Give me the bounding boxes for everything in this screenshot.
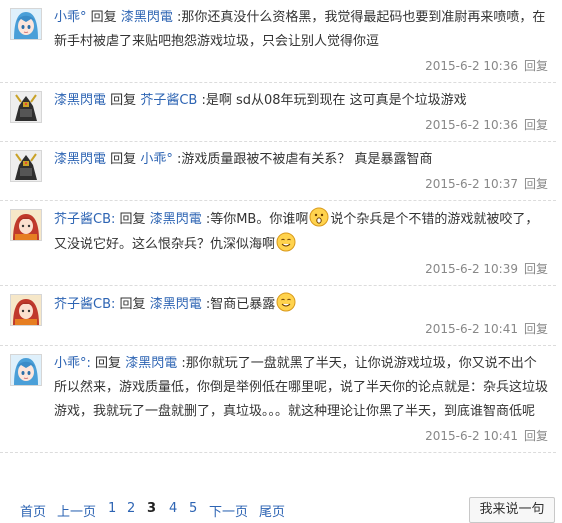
reply-target-username[interactable]: 漆黑閃電 [125, 356, 177, 371]
reply-target-username[interactable]: 漆黑閃電 [150, 212, 202, 227]
smile-emoji [276, 292, 296, 312]
comment-text: 芥子酱CB: 回复 漆黑閃電 :智商已暴露 [54, 292, 548, 317]
pagination-bar: 首页 上一页 1 2 3 4 5 下一页 尾页 我来说一句 [0, 493, 562, 523]
robot-avatar[interactable] [10, 150, 42, 182]
comment-timestamp: 2015-6-2 10:36 [425, 118, 518, 132]
reply-link[interactable]: 回复 [524, 322, 548, 336]
first-page-link[interactable]: 首页 [20, 501, 46, 520]
next-page-link[interactable]: 下一页 [209, 501, 248, 520]
reply-target-username[interactable]: 漆黑閃電 [121, 10, 173, 25]
reply-link[interactable]: 回复 [524, 59, 548, 73]
comment-item: 漆黑閃電 回复 小乖° :游戏质量跟被不被虐有关系？ 真是暴露智商 2015-6-… [0, 142, 556, 201]
reply-target-username[interactable]: 小乖° [140, 152, 173, 167]
comment-item: 芥子酱CB: 回复 漆黑閃電 :等你MB。你谁啊 说个杂兵是个不错的游戏就被咬了，… [0, 201, 556, 286]
comment-text: 芥子酱CB: 回复 漆黑閃電 :等你MB。你谁啊 说个杂兵是个不错的游戏就被咬了，… [54, 207, 548, 257]
reply-word: 回复 [119, 212, 146, 227]
comment-username[interactable]: 漆黑閃電 [54, 93, 106, 108]
comment-username[interactable]: 小乖°: [54, 356, 91, 371]
comment-item: 小乖° 回复 漆黑閃電 :那你还真没什么资格黑，我觉得最起码也要到准尉再来喷喷，… [0, 0, 556, 83]
comment-timestamp: 2015-6-2 10:37 [425, 177, 518, 191]
comment-text: 漆黑閃電 回复 小乖° :游戏质量跟被不被虐有关系？ 真是暴露智商 [54, 148, 548, 172]
last-page-link[interactable]: 尾页 [259, 501, 285, 520]
reply-word: 回复 [119, 297, 146, 312]
comment-meta: 2015-6-2 10:39 回复 [54, 259, 548, 279]
comment-timestamp: 2015-6-2 10:36 [425, 59, 518, 73]
reply-link[interactable]: 回复 [524, 262, 548, 276]
comment-content: :游戏质量跟被不被虐有关系？ 真是暴露智商 [172, 152, 433, 167]
page-link-5[interactable]: 5 [189, 501, 197, 516]
comment-meta: 2015-6-2 10:41 回复 [54, 426, 548, 446]
reply-word: 回复 [110, 152, 137, 167]
anime-girl2-avatar[interactable] [10, 209, 42, 241]
reply-target-username[interactable]: 漆黑閃電 [150, 297, 202, 312]
comment-meta: 2015-6-2 10:37 回复 [54, 174, 548, 194]
comment-item: 小乖°: 回复 漆黑閃電 :那你就玩了一盘就黑了半天，让你说游戏垃圾，你又说不出… [0, 346, 556, 453]
reply-word: 回复 [110, 93, 137, 108]
comment-username[interactable]: 芥子酱CB: [54, 212, 115, 227]
anime-girl2-avatar[interactable] [10, 294, 42, 326]
reply-link[interactable]: 回复 [524, 177, 548, 191]
say-something-button[interactable]: 我来说一句 [469, 497, 555, 523]
comment-text: 小乖° 回复 漆黑閃電 :那你还真没什么资格黑，我觉得最起码也要到准尉再来喷喷，… [54, 6, 548, 54]
current-page: 3 [147, 501, 157, 516]
comment-timestamp: 2015-6-2 10:41 [425, 322, 518, 336]
comment-username[interactable]: 芥子酱CB: [54, 297, 115, 312]
comment-text: 漆黑閃電 回复 芥子酱CB :是啊 sd从08年玩到现在 这可真是个垃圾游戏 [54, 89, 548, 113]
reply-word: 回复 [90, 10, 117, 25]
reply-target-username[interactable]: 芥子酱CB [140, 93, 197, 108]
comment-username[interactable]: 小乖° [54, 10, 87, 25]
comment-list: 小乖° 回复 漆黑閃電 :那你还真没什么资格黑，我觉得最起码也要到准尉再来喷喷，… [0, 0, 562, 453]
page-link-4[interactable]: 4 [169, 501, 177, 516]
comment-content: :是啊 sd从08年玩到现在 这可真是个垃圾游戏 [197, 93, 467, 108]
reply-link[interactable]: 回复 [524, 429, 548, 443]
comment-username[interactable]: 漆黑閃電 [54, 152, 106, 167]
comment-timestamp: 2015-6-2 10:41 [425, 429, 518, 443]
robot-avatar[interactable] [10, 91, 42, 123]
anime-girl-avatar[interactable] [10, 354, 42, 386]
page-link-1[interactable]: 1 [108, 501, 116, 516]
prev-page-link[interactable]: 上一页 [57, 501, 96, 520]
comment-item: 漆黑閃電 回复 芥子酱CB :是啊 sd从08年玩到现在 这可真是个垃圾游戏 20… [0, 83, 556, 142]
comment-timestamp: 2015-6-2 10:39 [425, 262, 518, 276]
surprised-emoji [309, 207, 329, 227]
comment-meta: 2015-6-2 10:36 回复 [54, 115, 548, 135]
reply-link[interactable]: 回复 [524, 118, 548, 132]
comment-item: 芥子酱CB: 回复 漆黑閃電 :智商已暴露 2015-6-2 10:41 回复 [0, 286, 556, 346]
comment-content: :智商已暴露 [201, 297, 276, 312]
smile-emoji [276, 232, 296, 252]
comment-meta: 2015-6-2 10:36 回复 [54, 56, 548, 76]
page-link-2[interactable]: 2 [127, 501, 135, 516]
comment-content: :等你MB。你谁啊 [201, 212, 309, 227]
comment-text: 小乖°: 回复 漆黑閃電 :那你就玩了一盘就黑了半天，让你说游戏垃圾，你又说不出… [54, 352, 548, 424]
reply-word: 回复 [95, 356, 122, 371]
comment-meta: 2015-6-2 10:41 回复 [54, 319, 548, 339]
anime-girl-avatar[interactable] [10, 8, 42, 40]
